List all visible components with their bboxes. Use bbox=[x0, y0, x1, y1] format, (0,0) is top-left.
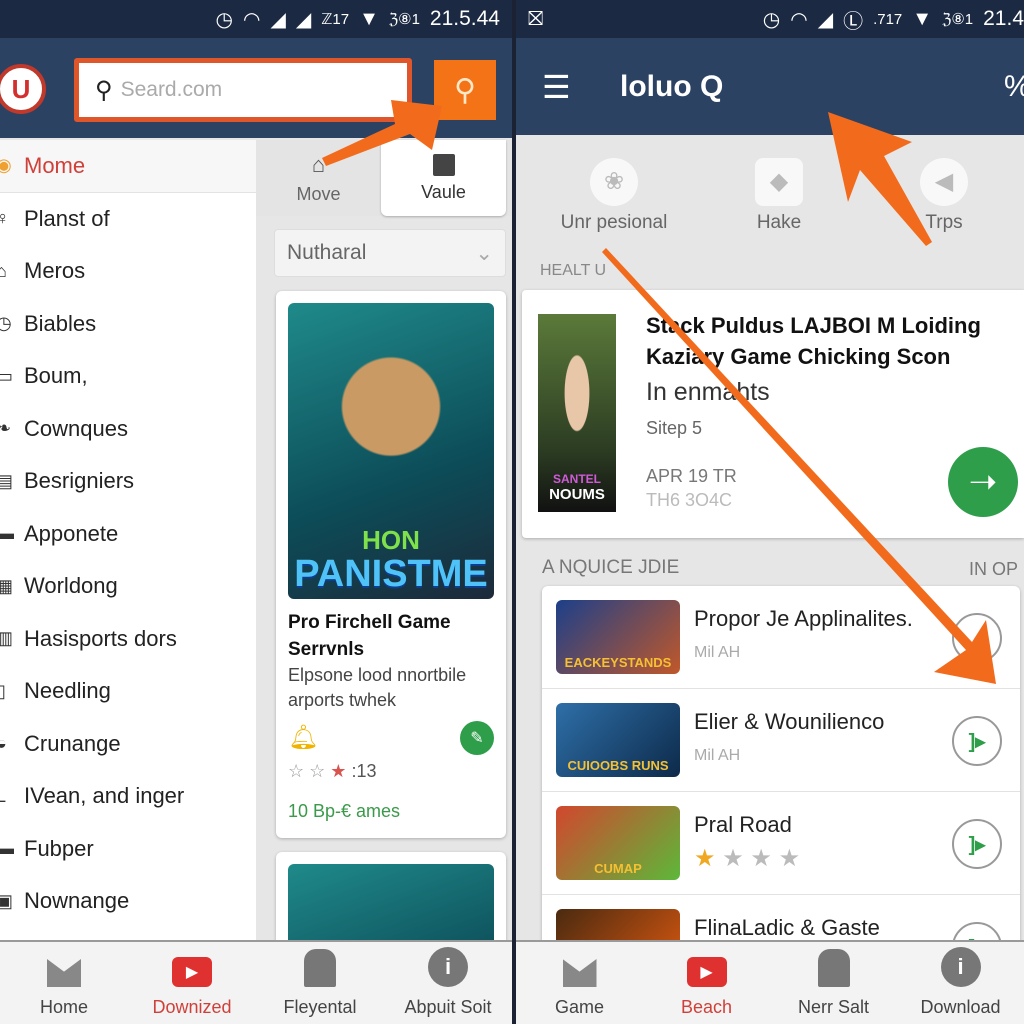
arrow-annotation bbox=[602, 248, 996, 684]
annotation-arrows bbox=[322, 100, 996, 684]
arrow-annotation bbox=[322, 100, 442, 166]
arrow-annotation bbox=[828, 112, 932, 246]
